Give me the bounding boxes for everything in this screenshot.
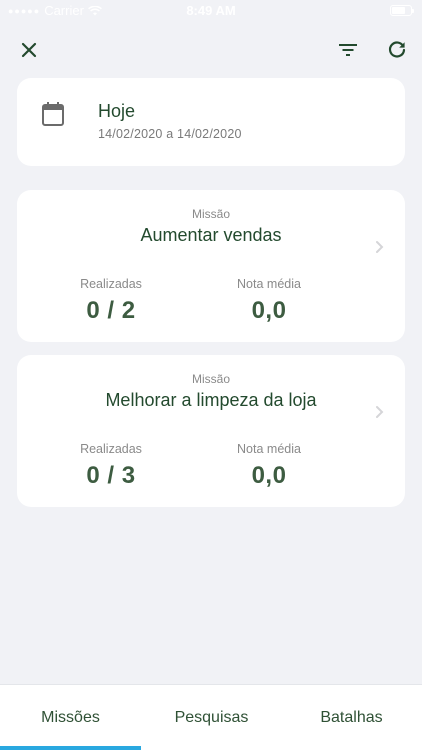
tab-batalhas[interactable]: Batalhas <box>281 685 422 750</box>
mission-card[interactable]: Missão Aumentar vendas Realizadas 0 / 2 … <box>17 190 405 342</box>
average-score-stat: Nota média 0,0 <box>209 442 329 490</box>
battery-icon <box>390 5 414 16</box>
filter-button[interactable] <box>334 36 362 64</box>
completed-stat: Realizadas 0 / 3 <box>51 442 171 490</box>
toolbar <box>0 36 422 64</box>
mission-name: Aumentar vendas <box>140 225 282 245</box>
refresh-icon <box>388 41 406 58</box>
tab-missoes[interactable]: Missões <box>0 685 141 750</box>
completed-value: 0 / 3 <box>86 462 136 489</box>
tab-pesquisas[interactable]: Pesquisas <box>141 685 282 750</box>
date-filter-card[interactable] <box>17 78 405 166</box>
mission-label: Missão <box>191 207 230 221</box>
mission-label: Missão <box>191 372 230 386</box>
calendar-icon <box>42 102 64 126</box>
chevron-right-icon <box>376 241 384 253</box>
completed-stat: Realizadas 0 / 2 <box>51 277 171 325</box>
average-score-label: Nota média <box>237 277 301 291</box>
average-score-value: 0,0 <box>251 297 287 324</box>
status-bar: ●●●●● Carrier 8:49 AM <box>0 0 422 22</box>
bottom-tab-bar: Missões Pesquisas Batalhas <box>0 684 422 750</box>
filter-icon <box>339 44 357 56</box>
average-score-stat: Nota média 0,0 <box>209 277 329 325</box>
date-filter-title: Hoje <box>98 101 136 121</box>
status-time: 8:49 AM <box>186 3 236 18</box>
average-score-label: Nota média <box>237 442 301 456</box>
completed-label: Realizadas <box>80 277 142 291</box>
refresh-button[interactable] <box>383 36 411 64</box>
chevron-right-icon <box>376 406 384 418</box>
mission-card[interactable]: Missão Melhorar a limpeza da loja Realiz… <box>17 355 405 507</box>
completed-label: Realizadas <box>80 442 142 456</box>
completed-value: 0 / 2 <box>86 297 136 324</box>
date-filter-range: 14/02/2020 a 14/02/2020 <box>98 127 242 141</box>
active-tab-indicator <box>0 746 141 750</box>
average-score-value: 0,0 <box>251 462 287 489</box>
mission-name: Melhorar a limpeza da loja <box>105 390 317 410</box>
close-button[interactable] <box>15 36 43 64</box>
close-icon <box>21 42 37 58</box>
